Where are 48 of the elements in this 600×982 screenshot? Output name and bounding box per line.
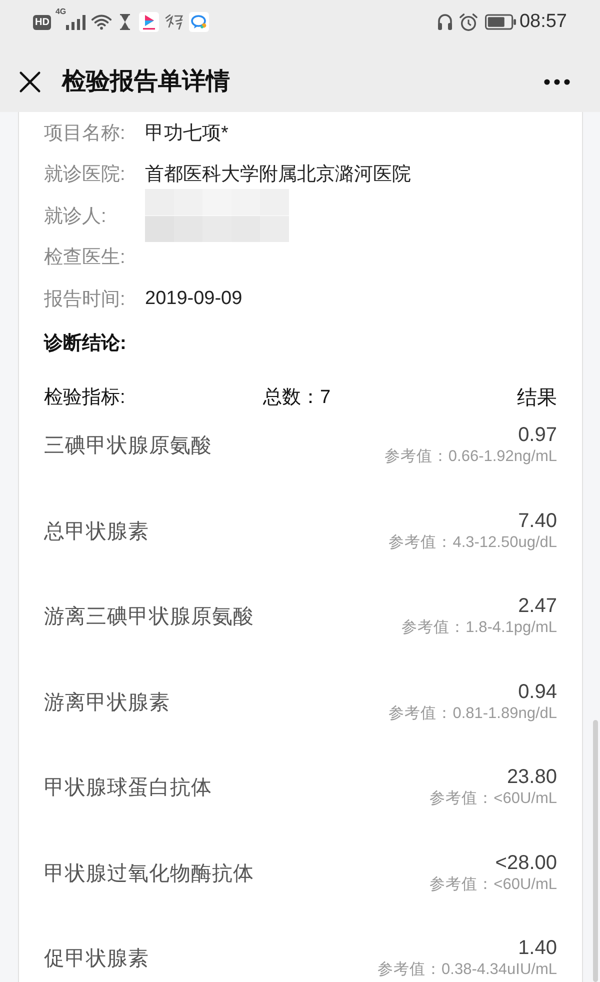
- indicator-name: 游离甲状腺素: [44, 690, 170, 716]
- reference-range: 参考值：<60U/mL: [430, 789, 557, 809]
- field-value: 甲功七项*: [145, 122, 228, 146]
- result-value: 0.94: [518, 680, 557, 704]
- battery-icon: [485, 14, 516, 30]
- result-value: 7.40: [518, 508, 557, 532]
- reference-range: 参考值：4.3-12.50ug/dL: [388, 532, 557, 552]
- indicator-name: 游离三碘甲状腺原氨酸: [44, 604, 254, 630]
- signal-icon: [66, 14, 86, 30]
- field-label: 检查医生:: [44, 246, 126, 270]
- hourglass-icon: [119, 14, 132, 30]
- close-icon[interactable]: [19, 71, 41, 93]
- result-column-label: 结果: [517, 386, 557, 410]
- headphones-icon: [437, 13, 454, 31]
- hd-badge: HD: [33, 14, 52, 30]
- alarm-clock-icon: [459, 12, 478, 32]
- play-app-icon: [139, 12, 160, 32]
- indicator-name: 三碘甲状腺原氨酸: [44, 433, 212, 459]
- calligraphy-app-icon: [164, 12, 184, 32]
- reference-range: 参考值：<60U/mL: [430, 874, 557, 894]
- reference-range: 参考值：1.8-4.1pg/mL: [402, 618, 557, 638]
- wifi-icon: [91, 14, 112, 30]
- field-value: 2019-09-09: [145, 288, 242, 310]
- result-value: 0.97: [518, 423, 557, 447]
- indicator-name: 甲状腺过氧化物酶抗体: [44, 860, 254, 886]
- field-label: 就诊医院:: [44, 163, 126, 188]
- status-time: 08:57: [519, 11, 567, 33]
- indicator-name: 总甲状腺素: [44, 518, 149, 544]
- network-type-label: 4G: [55, 7, 66, 16]
- total-count: 总数：7: [263, 386, 332, 410]
- reference-range: 参考值：0.38-4.34uIU/mL: [378, 960, 557, 980]
- indicators-label: 检验指标:: [44, 386, 126, 410]
- chat-app-icon: [189, 12, 210, 32]
- diagnosis-label: 诊断结论:: [44, 332, 126, 356]
- reference-range: 参考值：0.66-1.92ng/mL: [384, 447, 557, 467]
- field-label: 就诊人:: [44, 204, 108, 229]
- indicator-name: 促甲状腺素: [44, 946, 149, 972]
- page-title: 检验报告单详情: [62, 67, 231, 97]
- more-icon[interactable]: [544, 79, 570, 85]
- result-value: <28.00: [495, 850, 557, 874]
- reference-range: 参考值：0.81-1.89ng/dL: [388, 704, 557, 724]
- field-value: 首都医科大学附属北京潞河医院: [145, 163, 411, 188]
- result-value: 2.47: [518, 594, 557, 618]
- field-label: 项目名称:: [44, 122, 126, 146]
- result-value: 1.40: [518, 936, 557, 960]
- field-label: 报告时间:: [44, 288, 126, 312]
- indicator-name: 甲状腺球蛋白抗体: [44, 775, 212, 801]
- result-value: 23.80: [506, 765, 557, 789]
